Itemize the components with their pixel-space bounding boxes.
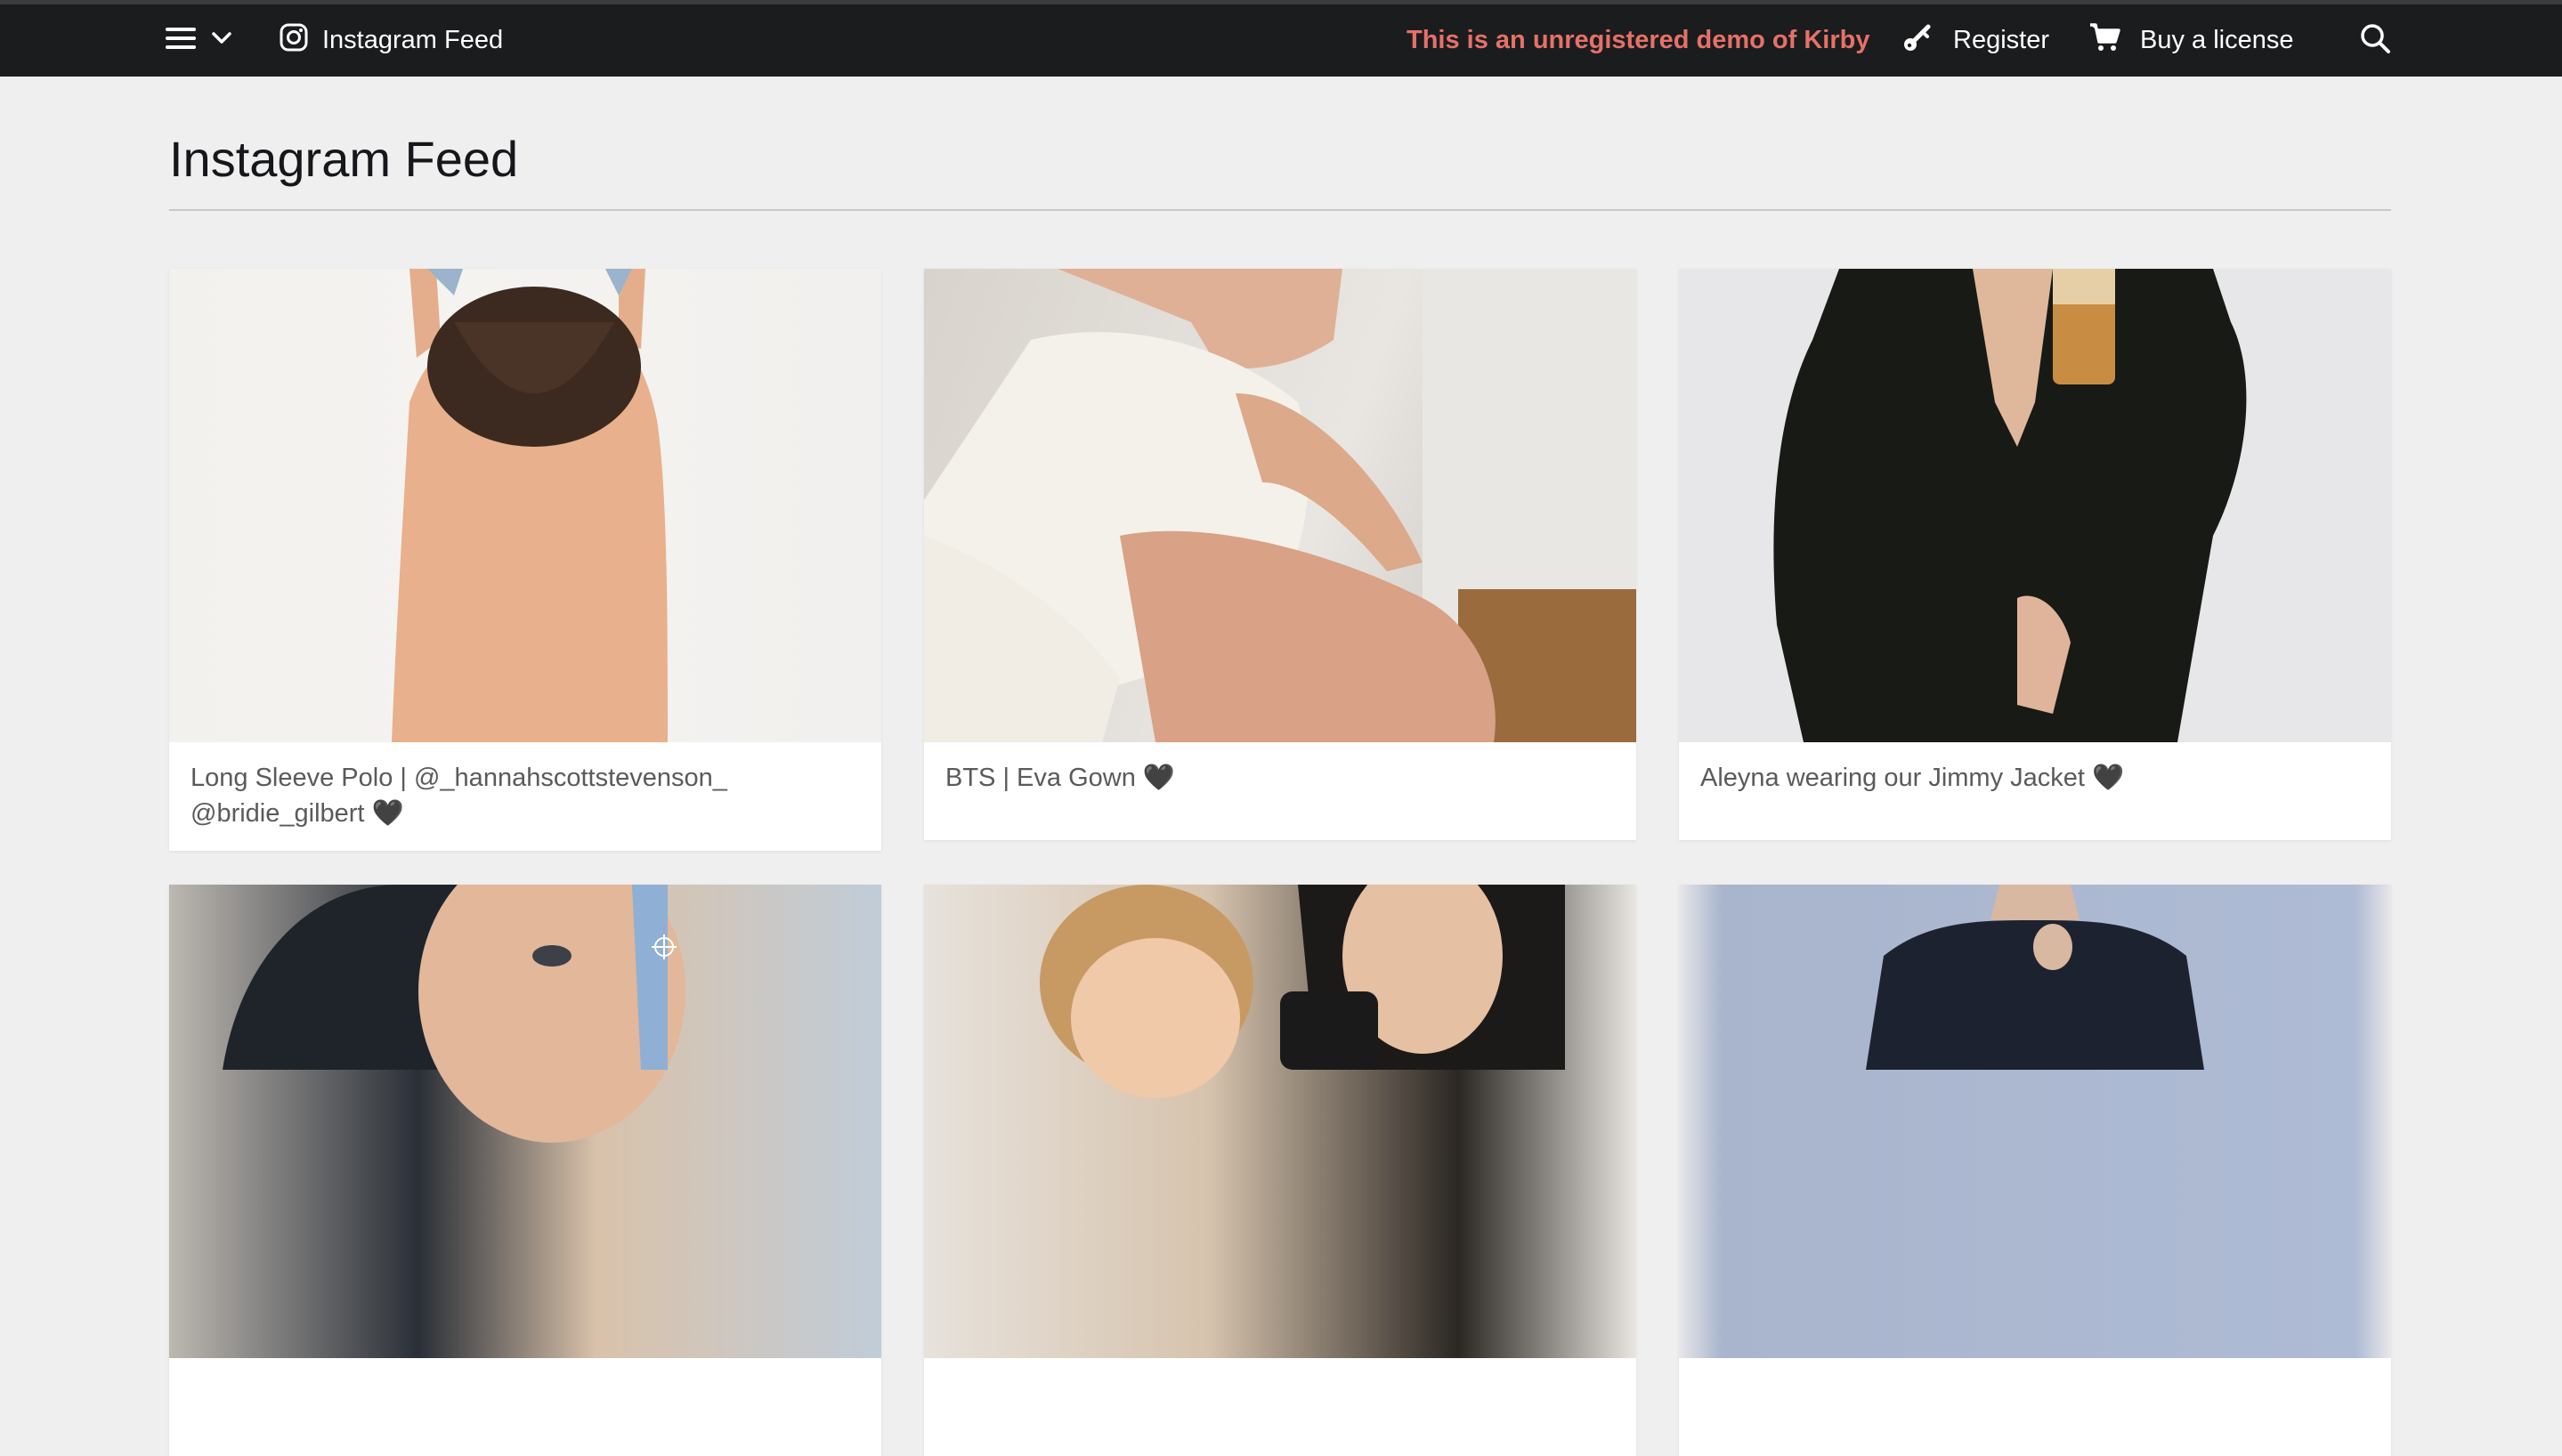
- feed-card[interactable]: Aleyna wearing our Jimmy Jacket 🖤: [1679, 269, 2391, 840]
- register-label: Register: [1953, 26, 2049, 54]
- buy-license-label: Buy a license: [2140, 26, 2294, 54]
- unregistered-demo-notice[interactable]: This is an unregistered demo of Kirby: [1407, 4, 1870, 77]
- title-divider: [169, 209, 2391, 211]
- feed-card[interactable]: BTS | Eva Gown 🖤: [924, 269, 1636, 840]
- search-button[interactable]: [2359, 4, 2391, 77]
- hamburger-icon: [166, 26, 196, 55]
- feed-image: [169, 885, 881, 1358]
- feed-caption: Long Sleeve Polo | @_hannahscottstevenso…: [191, 764, 727, 828]
- page-title: Instagram Feed: [169, 131, 519, 187]
- breadcrumb[interactable]: Instagram Feed: [280, 4, 503, 77]
- feed-image: [1679, 885, 2391, 1358]
- key-icon: [1901, 21, 1934, 61]
- feed-caption: Aleyna wearing our Jimmy Jacket 🖤: [1700, 764, 2125, 792]
- buy-license-button[interactable]: Buy a license: [2088, 4, 2294, 77]
- menu-button[interactable]: [166, 4, 231, 77]
- feed-card[interactable]: [924, 885, 1636, 1456]
- feed-image: [924, 885, 1636, 1358]
- register-button[interactable]: Register: [1901, 4, 2049, 77]
- feed-caption: BTS | Eva Gown 🖤: [945, 764, 1175, 792]
- feed-caption: [169, 1358, 881, 1456]
- feed-card[interactable]: [169, 885, 881, 1456]
- feed-caption: [924, 1358, 1636, 1456]
- feed-image: [169, 269, 881, 742]
- feed-image: [924, 269, 1636, 742]
- feed-card[interactable]: [1679, 885, 2391, 1456]
- breadcrumb-label: Instagram Feed: [322, 26, 504, 54]
- chevron-down-icon: [212, 32, 231, 49]
- feed-caption: [1679, 1358, 2391, 1456]
- topbar: Instagram Feed This is an unregistered d…: [0, 0, 2562, 77]
- feed-card[interactable]: Long Sleeve Polo | @_hannahscottstevenso…: [169, 269, 881, 851]
- cart-icon: [2088, 22, 2120, 60]
- instagram-icon: [280, 23, 308, 59]
- feed-image: [1679, 269, 2391, 742]
- search-icon: [2359, 22, 2391, 59]
